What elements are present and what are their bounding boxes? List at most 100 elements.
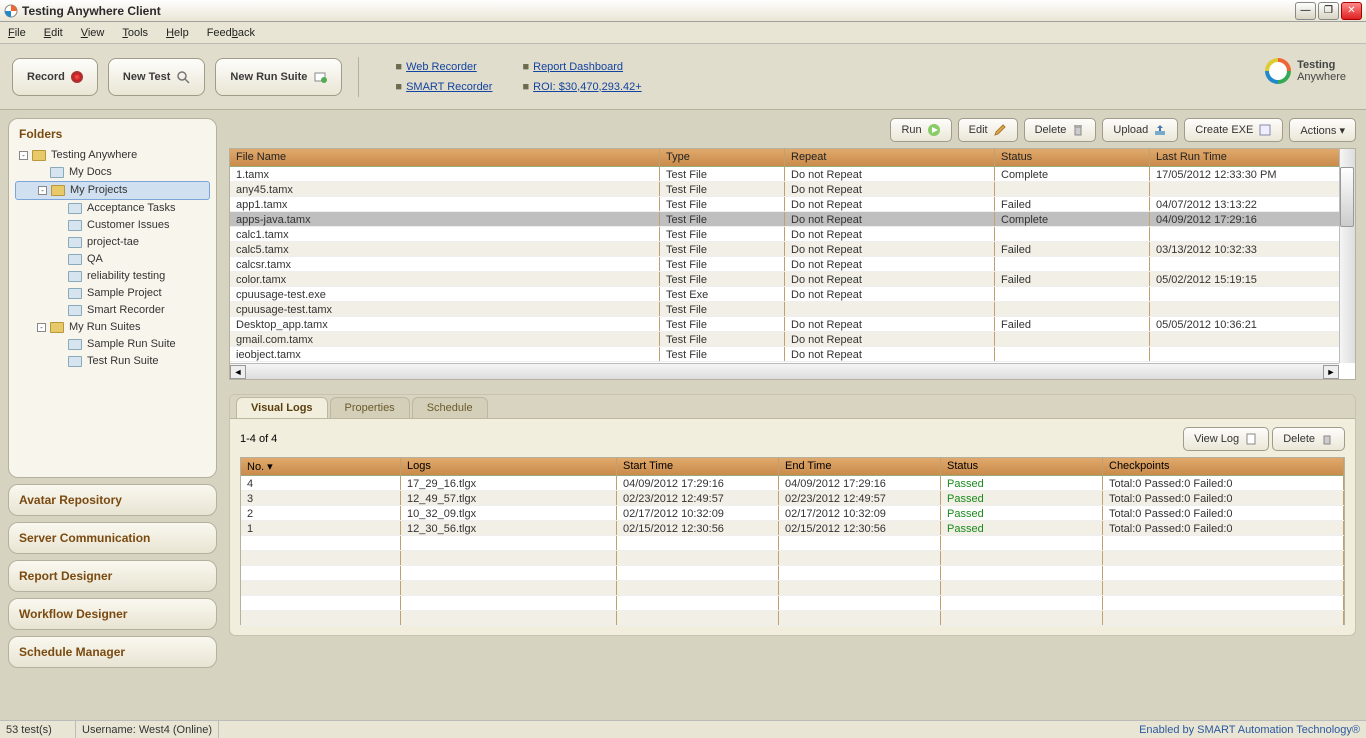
record-button[interactable]: Record — [12, 58, 98, 96]
log-row[interactable]: 417_29_16.tlgx04/09/2012 17:29:1604/09/2… — [241, 476, 1344, 491]
table-row[interactable]: app1.tamxTest FileDo not RepeatFailed04/… — [230, 197, 1355, 212]
table-row[interactable]: calc1.tamxTest FileDo not Repeat — [230, 227, 1355, 242]
nav-button[interactable]: Server Communication — [8, 522, 217, 554]
tree-label: Smart Recorder — [87, 302, 165, 319]
scroll-right-icon[interactable]: ► — [1323, 365, 1339, 379]
tab-properties[interactable]: Properties — [330, 397, 410, 418]
tree-item[interactable]: QA — [15, 251, 210, 268]
tree-item[interactable]: Smart Recorder — [15, 302, 210, 319]
play-icon — [927, 123, 941, 137]
close-button[interactable]: ✕ — [1341, 2, 1362, 20]
suite-icon — [313, 70, 327, 84]
log-row[interactable]: 210_32_09.tlgx02/17/2012 10:32:0902/17/2… — [241, 506, 1344, 521]
tree-label: My Run Suites — [69, 319, 141, 336]
table-row[interactable]: any45.tamxTest FileDo not Repeat — [230, 182, 1355, 197]
link-smart-recorder[interactable]: SMART Recorder — [406, 81, 492, 93]
tree-item[interactable]: - My Projects — [15, 181, 210, 200]
log-count: 1-4 of 4 — [240, 433, 277, 445]
tree-item[interactable]: Test Run Suite — [15, 353, 210, 370]
upload-button[interactable]: Upload — [1102, 118, 1178, 142]
logcol-checkpoints[interactable]: Checkpoints — [1103, 458, 1344, 475]
tree-label: Test Run Suite — [87, 353, 159, 370]
folder-icon — [68, 220, 82, 231]
tree-label: Customer Issues — [87, 217, 170, 234]
table-row[interactable]: calc5.tamxTest FileDo not RepeatFailed03… — [230, 242, 1355, 257]
tree-item[interactable]: Sample Project — [15, 285, 210, 302]
col-type[interactable]: Type — [660, 149, 785, 166]
table-row[interactable]: gmail.com.tamxTest FileDo not Repeat — [230, 332, 1355, 347]
menu-tools[interactable]: Tools — [122, 27, 148, 39]
run-button[interactable]: Run — [890, 118, 951, 142]
logcol-logs[interactable]: Logs — [401, 458, 617, 475]
menu-feedback[interactable]: Feedback — [207, 27, 255, 39]
titlebar: Testing Anywhere Client — ❐ ✕ — [0, 0, 1366, 22]
content-area: Run Edit Delete Upload Create EXE Action… — [225, 110, 1366, 718]
new-run-suite-button[interactable]: New Run Suite — [215, 58, 342, 96]
menu-view[interactable]: View — [81, 27, 105, 39]
folder-icon — [50, 322, 64, 333]
file-table: File Name Type Repeat Status Last Run Ti… — [229, 148, 1356, 380]
logcol-no[interactable]: No. ▾ — [241, 458, 401, 475]
tree-item[interactable]: Customer Issues — [15, 217, 210, 234]
exe-icon — [1258, 123, 1272, 137]
expand-icon[interactable]: - — [37, 323, 46, 332]
action-row: Run Edit Delete Upload Create EXE Action… — [229, 118, 1356, 148]
table-row[interactable]: calcsr.tamxTest FileDo not Repeat — [230, 257, 1355, 272]
menu-file[interactable]: File — [8, 27, 26, 39]
tree-item[interactable]: -Testing Anywhere — [15, 147, 210, 164]
upload-icon — [1153, 123, 1167, 137]
actions-dropdown[interactable]: Actions ▾ — [1289, 118, 1356, 142]
logcol-status[interactable]: Status — [941, 458, 1103, 475]
table-row[interactable]: ieobject.tamxTest FileDo not Repeat — [230, 347, 1355, 362]
table-row[interactable]: color.tamxTest FileDo not RepeatFailed05… — [230, 272, 1355, 287]
edit-button[interactable]: Edit — [958, 118, 1018, 142]
link-report-dashboard[interactable]: Report Dashboard — [533, 61, 623, 73]
create-exe-button[interactable]: Create EXE — [1184, 118, 1283, 142]
tree-item[interactable]: project-tae — [15, 234, 210, 251]
new-test-button[interactable]: New Test — [108, 58, 205, 96]
tree-item[interactable]: - My Run Suites — [15, 319, 210, 336]
tree-label: My Projects — [70, 182, 127, 199]
tree-item[interactable]: Sample Run Suite — [15, 336, 210, 353]
nav-button[interactable]: Schedule Manager — [8, 636, 217, 668]
logcol-end[interactable]: End Time — [779, 458, 941, 475]
table-row[interactable]: apps-java.tamxTest FileDo not RepeatComp… — [230, 212, 1355, 227]
log-row-empty — [241, 566, 1344, 581]
maximize-button[interactable]: ❐ — [1318, 2, 1339, 20]
col-lastrun[interactable]: Last Run Time — [1150, 149, 1355, 166]
nav-button[interactable]: Workflow Designer — [8, 598, 217, 630]
delete-log-button[interactable]: Delete — [1272, 427, 1345, 451]
scroll-left-icon[interactable]: ◄ — [230, 365, 246, 379]
col-repeat[interactable]: Repeat — [785, 149, 995, 166]
table-row[interactable]: 1.tamxTest FileDo not RepeatComplete17/0… — [230, 167, 1355, 182]
menu-edit[interactable]: Edit — [44, 27, 63, 39]
link-roi[interactable]: ROI: $30,470,293.42+ — [533, 81, 642, 93]
table-row[interactable]: cpuusage-test.tamxTest File — [230, 302, 1355, 317]
expand-icon[interactable]: - — [38, 186, 47, 195]
log-row[interactable]: 112_30_56.tlgx02/15/2012 12:30:5602/15/2… — [241, 521, 1344, 536]
view-log-button[interactable]: View Log — [1183, 427, 1269, 451]
col-filename[interactable]: File Name — [230, 149, 660, 166]
tree-item[interactable]: reliability testing — [15, 268, 210, 285]
nav-button[interactable]: Report Designer — [8, 560, 217, 592]
log-row[interactable]: 312_49_57.tlgx02/23/2012 12:49:5702/23/2… — [241, 491, 1344, 506]
horizontal-scrollbar[interactable]: ◄► — [230, 363, 1339, 379]
trash-icon — [1320, 432, 1334, 446]
table-row[interactable]: cpuusage-test.exeTest ExeDo not Repeat — [230, 287, 1355, 302]
tab-schedule[interactable]: Schedule — [412, 397, 488, 418]
vertical-scrollbar[interactable] — [1339, 149, 1355, 363]
tree-item[interactable]: Acceptance Tasks — [15, 200, 210, 217]
logcol-start[interactable]: Start Time — [617, 458, 779, 475]
table-row[interactable]: Desktop_app.tamxTest FileDo not RepeatFa… — [230, 317, 1355, 332]
col-status[interactable]: Status — [995, 149, 1150, 166]
tab-visual-logs[interactable]: Visual Logs — [236, 397, 328, 418]
tree-label: Sample Project — [87, 285, 162, 302]
menu-help[interactable]: Help — [166, 27, 189, 39]
tree-item[interactable]: My Docs — [15, 164, 210, 181]
expand-icon[interactable]: - — [19, 151, 28, 160]
log-icon — [1244, 432, 1258, 446]
link-web-recorder[interactable]: Web Recorder — [406, 61, 477, 73]
nav-button[interactable]: Avatar Repository — [8, 484, 217, 516]
delete-button[interactable]: Delete — [1024, 118, 1097, 142]
minimize-button[interactable]: — — [1295, 2, 1316, 20]
